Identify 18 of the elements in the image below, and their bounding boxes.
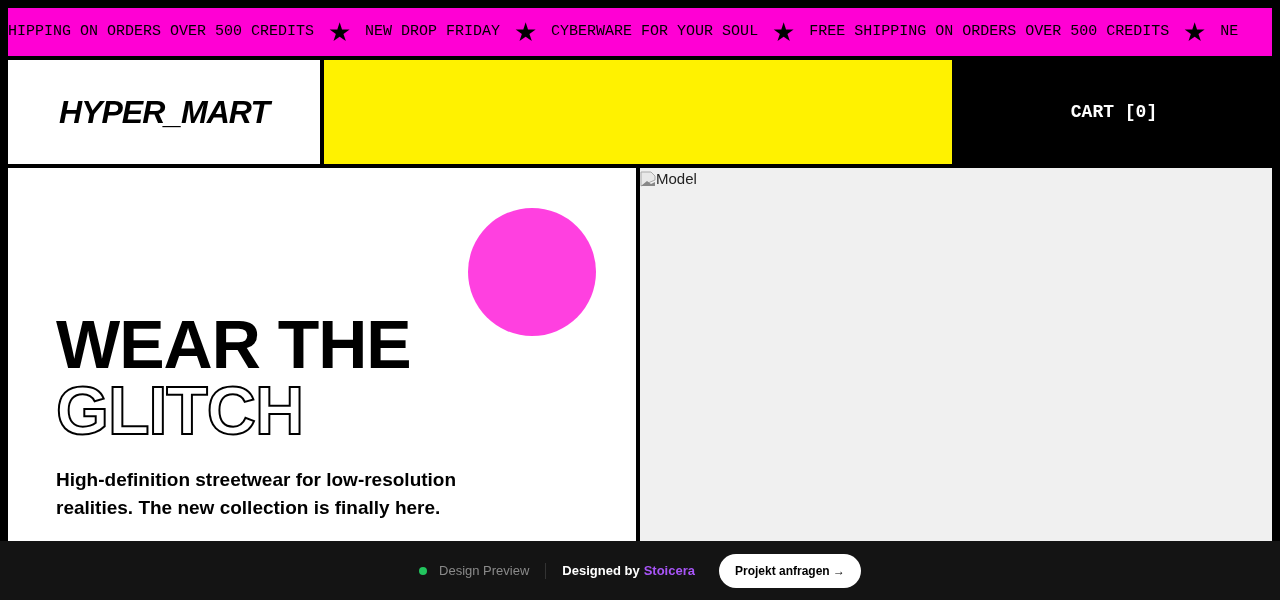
- image-alt-text: Model: [656, 169, 697, 189]
- credit-link[interactable]: Stoicera: [643, 560, 695, 581]
- star-separator: ★: [1183, 19, 1207, 45]
- cart-button[interactable]: CART [0]: [1070, 98, 1158, 126]
- hero-description: High-definition streetwear for low-resolution realities. The new collection is finally here.: [56, 468, 458, 520]
- credit-text: Designed by: [562, 561, 640, 580]
- star-separator: ★: [328, 19, 352, 45]
- ticker-text: HIPPING ON ORDERS OVER 500 CREDITS: [8, 21, 315, 42]
- hero-title: WEAR THE: [56, 312, 412, 376]
- ticker-text: FREE SHIPPING ON ORDERS OVER 500 CREDITS: [809, 21, 1170, 42]
- star-separator: ★: [514, 19, 538, 45]
- ticker-text: NEW DROP FRIDAY: [365, 21, 501, 42]
- ticker-text: NE: [1220, 21, 1239, 42]
- star-separator: ★: [772, 19, 796, 45]
- ticker-text: CYBERWARE FOR YOUR SOUL: [551, 21, 759, 42]
- hero-title-outline: GLITCH: [56, 376, 305, 444]
- project-request-button[interactable]: Projekt anfragen →: [718, 553, 861, 588]
- status-text: Design Preview: [439, 561, 530, 580]
